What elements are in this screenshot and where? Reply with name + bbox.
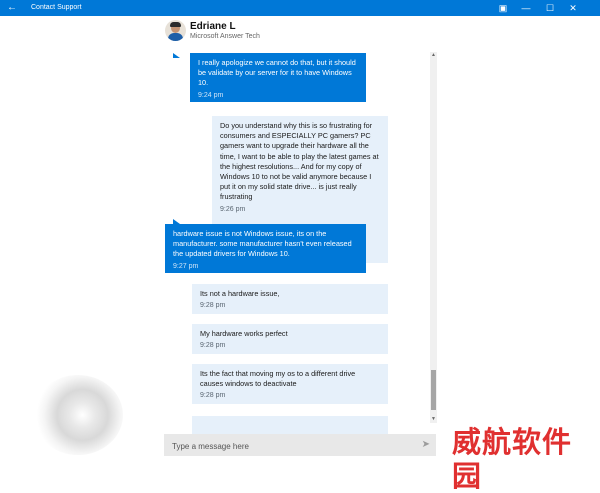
chat-scrollbar[interactable]: ▲ ▼ [430, 52, 437, 423]
message-text: hardware issue is not Windows issue, its… [173, 229, 352, 259]
message-time: 9:28 pm [200, 342, 226, 350]
chat-transcript[interactable]: I really apologize we cannot do that, bu… [165, 52, 430, 434]
message-input[interactable] [170, 434, 416, 458]
pin-icon[interactable]: ▣ [494, 1, 512, 15]
agent-name: Edriane L [190, 21, 236, 32]
message-time: 9:28 pm [200, 392, 226, 400]
message-text: I really apologize we cannot do that, bu… [198, 58, 356, 88]
message-bubble-user [192, 416, 388, 434]
agent-role: Microsoft Answer Tech [190, 33, 260, 40]
message-bubble-user: Its not a hardware issue, 9:28 pm [192, 284, 388, 314]
back-arrow-icon[interactable]: ← [7, 1, 17, 15]
loading-swirl [33, 375, 123, 455]
scroll-down-icon[interactable]: ▼ [430, 416, 437, 423]
message-time: 9:24 pm [198, 91, 224, 99]
message-text: Its not a hardware issue, [200, 289, 280, 298]
message-bubble-user: My hardware works perfect 9:28 pm [192, 324, 388, 354]
scroll-up-icon[interactable]: ▲ [430, 52, 437, 59]
maximize-icon[interactable]: ☐ [541, 1, 559, 15]
message-time: 9:26 pm [220, 205, 246, 213]
message-bubble-agent: I really apologize we cannot do that, bu… [190, 53, 366, 102]
message-text: Its the fact that moving my os to a diff… [200, 369, 356, 389]
message-text: Do you understand why this is so frustra… [220, 121, 379, 202]
title-bar: ← Contact Support ▣ — ☐ ✕ [0, 0, 600, 16]
message-bubble-agent: hardware issue is not Windows issue, its… [165, 224, 366, 273]
chat-header: Edriane L Microsoft Answer Tech [165, 18, 440, 46]
message-text: My hardware works perfect [200, 329, 288, 338]
message-bubble-user: Its the fact that moving my os to a diff… [192, 364, 388, 404]
message-time: 9:27 pm [173, 262, 199, 270]
watermark: 威航软件园 [452, 425, 573, 493]
minimize-icon[interactable]: — [517, 1, 535, 15]
send-icon[interactable]: ➤ [422, 439, 430, 451]
message-time: 9:28 pm [200, 302, 226, 310]
avatar [165, 20, 186, 41]
message-composer: ➤ [164, 434, 436, 458]
window-title: Contact Support [31, 4, 82, 11]
scroll-thumb[interactable] [431, 370, 436, 410]
close-icon[interactable]: ✕ [564, 1, 582, 15]
